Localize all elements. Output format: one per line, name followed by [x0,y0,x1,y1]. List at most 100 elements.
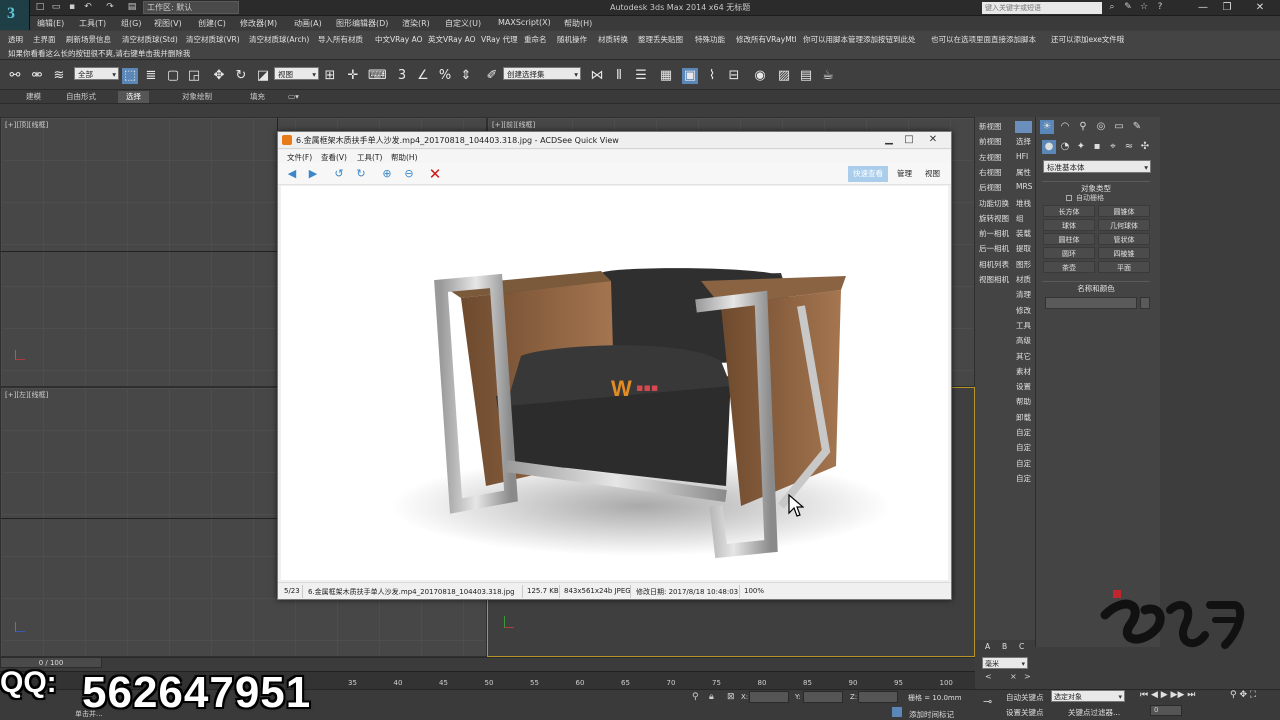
menu-help[interactable]: 帮助(H) [564,18,592,29]
plane-button[interactable]: 平面 [1098,261,1150,273]
abc-a[interactable]: A [985,642,990,651]
mode-view[interactable]: 视图 [920,166,945,182]
window-crossing-icon[interactable]: ◲ [186,68,202,84]
box-button[interactable]: 长方体 [1043,205,1095,217]
absolute-mode-icon[interactable]: ⚲ [692,692,699,702]
command-item[interactable]: 组 [1016,213,1024,224]
menu-rendering[interactable]: 渲染(R) [402,18,430,29]
display-tab-icon[interactable]: ▭ [1112,120,1126,134]
ref-coord-dropdown[interactable]: 视图 [274,67,319,81]
acdsee-title-bar[interactable]: 6.金属框架木质扶手单人沙发.mp4_20170818_104403.318.j… [278,132,951,149]
close-icon[interactable]: ✕ [1240,0,1280,15]
angle-snap-icon[interactable]: ∠ [415,68,431,84]
tab-modeling[interactable]: 建模 [18,91,49,103]
command-item[interactable]: 清理 [1016,289,1031,300]
selected-object-dropdown[interactable]: 选定对象 [1051,690,1125,703]
command-item[interactable]: 工具 [1016,320,1031,331]
search-input[interactable]: 键入关键字或短语 [982,2,1102,14]
render-production-icon[interactable]: ☕ [820,68,836,84]
menu-tools[interactable]: 工具(T) [357,152,382,163]
autogrid-checkbox[interactable] [1066,195,1072,201]
category-dropdown[interactable]: 标准基本体 [1043,160,1151,174]
menu-graph-editors[interactable]: 图形编辑器(D) [336,18,388,29]
modify-tab-icon[interactable]: ◠ [1058,120,1072,134]
command-item[interactable]: 自定 [1016,427,1031,438]
new-icon[interactable]: □ [34,2,46,13]
command-item[interactable]: 相机列表 [979,259,1009,270]
command-item[interactable]: 自定 [1016,458,1031,469]
menu-maxscript[interactable]: MAXScript(X) [498,18,551,27]
tab-object-paint[interactable]: 对象绘制 [174,91,220,103]
script-button[interactable]: 重命名 [524,34,547,45]
tab-freeform[interactable]: 自由形式 [58,91,104,103]
geosphere-button[interactable]: 几何球体 [1098,219,1150,231]
select-object-icon[interactable]: ⬚ [122,68,138,84]
script-button[interactable]: 中文VRay AO [375,34,423,45]
menu-edit[interactable]: 编辑(E) [37,18,64,29]
script-button[interactable]: 主界面 [33,34,56,45]
script-button[interactable]: 特殊功能 [695,34,725,45]
command-item[interactable]: 后视图 [979,182,1002,193]
arrow-left-icon[interactable]: < [985,672,992,681]
cone-button[interactable]: 圆锥体 [1098,205,1150,217]
command-item[interactable]: 右视图 [979,167,1002,178]
command-item[interactable]: 设置 [1016,381,1031,392]
tube-button[interactable]: 管状体 [1098,233,1150,245]
unit-dropdown[interactable]: 毫米 [982,657,1028,670]
schematic-view-icon[interactable]: ⊟ [726,68,742,84]
command-item[interactable]: 卸载 [1016,412,1031,423]
y-coord-input[interactable] [803,691,843,703]
previous-icon[interactable]: ◀ [284,166,300,182]
set-key-label[interactable]: 设置关键点 [1006,707,1044,718]
tools-icon[interactable]: ✎ [1122,2,1134,13]
minimize-icon[interactable]: — [1192,0,1214,15]
script-button[interactable]: 随机操作 [557,34,587,45]
viewport-label[interactable]: [+][顶][线框] [5,120,48,130]
select-by-name-icon[interactable]: ≣ [143,68,159,84]
viewport-label[interactable]: [+][前][线框] [492,120,535,130]
zoom-in-icon[interactable]: ⊕ [379,166,395,182]
scene-explorer-icon[interactable]: ▣ [682,68,698,84]
bind-space-warp-icon[interactable]: ≋ [51,68,67,84]
script-button[interactable]: 透明 [8,34,23,45]
command-item[interactable]: 前一相机 [979,228,1009,239]
command-item[interactable]: 属性 [1016,167,1031,178]
curve-editor-icon[interactable]: ⌇ [704,68,720,84]
menu-animation[interactable]: 动画(A) [294,18,322,29]
selection-filter-dropdown[interactable]: 全部 [74,67,119,81]
cylinder-button[interactable]: 圆柱体 [1043,233,1095,245]
edit-named-sel-icon[interactable]: ✐ [484,68,500,84]
rendered-frame-icon[interactable]: ▤ [798,68,814,84]
snap-toggle-icon[interactable]: 3 [394,68,410,84]
hierarchy-tab-icon[interactable]: ⚲ [1076,120,1090,134]
command-item[interactable]: 图形 [1016,259,1031,270]
menu-file[interactable]: 文件(F) [287,152,312,163]
rotate-left-icon[interactable]: ↺ [331,166,347,182]
sphere-button[interactable]: 球体 [1043,219,1095,231]
zoom-out-icon[interactable]: ⊖ [401,166,417,182]
command-item[interactable]: 视图相机 [979,274,1009,285]
mode-quick-view[interactable]: 快速查看 [848,166,888,182]
lock-icon[interactable]: 🔒︎ [709,692,714,702]
select-manipulate-icon[interactable]: ✛ [345,68,361,84]
spinner-snap-icon[interactable]: ⇕ [458,68,474,84]
command-item[interactable]: 后一相机 [979,243,1009,254]
command-item[interactable]: 素材 [1016,366,1031,377]
script-button[interactable]: 清空材质球(Std) [122,34,178,45]
named-selection-dropdown[interactable]: 创建选择集 [503,67,581,81]
object-color-swatch[interactable] [1140,297,1150,309]
command-item[interactable]: 左视图 [979,152,1002,163]
command-item[interactable]: 装载 [1016,228,1031,239]
ribbon-options-icon[interactable]: ▭▾ [280,91,307,103]
command-item[interactable]: 前视图 [979,136,1002,147]
current-frame-input[interactable]: 0 [1150,705,1182,716]
command-item[interactable]: 修改 [1016,305,1031,316]
script-button[interactable]: 英文VRay AO [428,34,476,45]
close-x-icon[interactable]: × [1010,672,1017,681]
selection-lock-icon[interactable]: ⊠ [727,692,735,702]
rotate-right-icon[interactable]: ↻ [353,166,369,182]
acdsee-window[interactable]: 6.金属框架木质扶手单人沙发.mp4_20170818_104403.318.j… [277,131,952,600]
link-icon[interactable]: ⚯ [7,68,23,84]
space-warps-icon[interactable]: ≈ [1122,140,1136,154]
command-item[interactable]: 高级 [1016,335,1031,346]
